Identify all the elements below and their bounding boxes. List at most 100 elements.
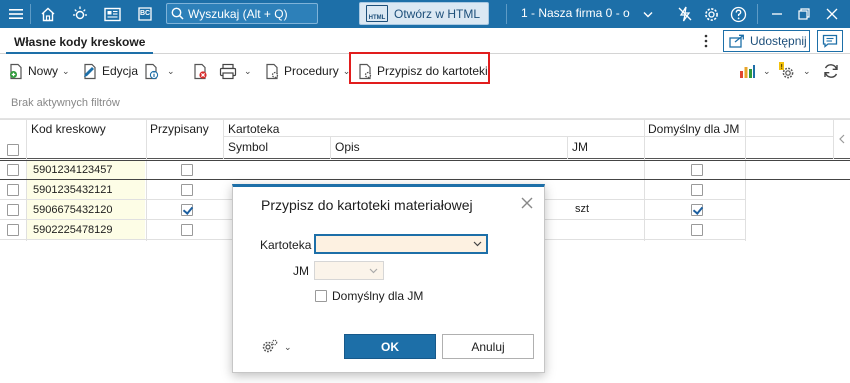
chevron-left-icon[interactable] — [838, 134, 846, 144]
settings-button[interactable] — [699, 3, 723, 25]
brightness-button[interactable] — [68, 3, 92, 25]
help-icon — [730, 6, 746, 22]
procedures-label: Procedury — [284, 64, 339, 78]
chat-button[interactable] — [817, 30, 843, 52]
chevron-down-icon — [643, 11, 653, 17]
tab-custom-barcodes[interactable]: Własne kody kreskowe — [6, 31, 154, 54]
no-active-filters-text: Brak aktywnych filtrów — [11, 97, 120, 109]
new-button[interactable]: Nowy ⌄ — [8, 60, 70, 82]
row-select-checkbox[interactable] — [7, 204, 19, 216]
close-icon[interactable] — [520, 196, 534, 210]
highlight-frame — [349, 52, 490, 84]
column-header-default-unit[interactable]: Domyślny dla JM — [648, 122, 739, 136]
gear-icon — [704, 7, 718, 21]
procedures-button[interactable]: Procedury ⌄ — [264, 60, 350, 82]
bc-label: BC — [140, 10, 151, 17]
default-unit-checkbox[interactable] — [691, 204, 703, 216]
delete-document-icon — [194, 63, 207, 79]
refresh-button[interactable] — [822, 60, 843, 82]
search-box[interactable]: Wyszukaj (Alt + Q) — [166, 3, 318, 24]
separator — [757, 4, 758, 24]
grid-line — [223, 119, 224, 159]
help-button[interactable] — [726, 3, 750, 25]
column-header-description[interactable]: Opis — [335, 140, 360, 154]
maximize-button[interactable] — [792, 3, 816, 25]
row-select-checkbox[interactable] — [7, 184, 19, 196]
chevron-down-icon — [369, 268, 378, 274]
svg-text:!: ! — [780, 63, 783, 71]
default-unit-checkbox[interactable] — [691, 224, 703, 236]
assigned-checkbox[interactable] — [181, 204, 193, 216]
new-document-icon — [10, 63, 22, 79]
cancel-button[interactable]: Anuluj — [442, 334, 534, 359]
company-selector[interactable]: 1 - Nasza firma 0 - o — [521, 6, 639, 22]
chevron-down-icon[interactable]: ⌄ — [62, 66, 70, 77]
share-button[interactable]: Udostępnij — [723, 30, 810, 52]
offline-mode-button[interactable] — [673, 3, 697, 25]
close-window-button[interactable] — [820, 3, 844, 25]
chevron-down-icon — [473, 241, 482, 247]
bar-chart-icon — [740, 64, 755, 78]
dialog-settings-button[interactable]: ⌄ — [261, 338, 292, 356]
delete-button[interactable] — [192, 60, 212, 82]
hamburger-menu-button[interactable] — [4, 3, 28, 25]
unit-combobox[interactable] — [314, 261, 384, 280]
chat-icon — [822, 34, 838, 48]
print-button[interactable]: ⌄ — [219, 60, 252, 82]
dialog-title: Przypisz do kartoteki materiałowej — [261, 197, 473, 213]
firm-dropdown-button[interactable] — [636, 3, 660, 25]
chevron-down-icon[interactable]: ⌄ — [763, 66, 771, 77]
refresh-icon — [824, 64, 838, 78]
assigned-checkbox[interactable] — [181, 184, 193, 196]
column-header-assigned[interactable]: Przypisany — [150, 122, 209, 136]
barcode-cell[interactable]: 5906675432120 — [27, 200, 145, 220]
list-settings-button[interactable]: ! ⌄ — [776, 60, 811, 82]
chevron-down-icon[interactable]: ⌄ — [803, 66, 811, 77]
menu-icon — [9, 9, 23, 19]
separator — [506, 4, 507, 24]
column-header-unit[interactable]: JM — [572, 140, 588, 154]
more-options-button[interactable] — [700, 32, 712, 50]
news-button[interactable] — [100, 3, 124, 25]
edit-button[interactable]: Edycja — [82, 60, 138, 82]
edit-label: Edycja — [102, 64, 139, 78]
restore-icon — [798, 8, 810, 20]
minimize-button[interactable] — [765, 3, 789, 25]
chevron-down-icon[interactable]: ⌄ — [167, 66, 175, 77]
details-button[interactable]: ⌄ — [143, 60, 175, 82]
column-header-card[interactable]: Kartoteka — [228, 122, 279, 136]
barcode-cell[interactable]: 5901235432121 — [27, 180, 145, 200]
open-in-html-button[interactable]: HTML Otwórz w HTML — [359, 2, 489, 25]
grid-line — [833, 119, 834, 159]
unit-cell: szt — [575, 203, 590, 215]
home-icon — [41, 7, 55, 21]
edit-document-icon — [84, 63, 96, 79]
newspaper-icon — [103, 7, 121, 21]
column-header-code[interactable]: Kod kreskowy — [31, 122, 106, 136]
default-unit-checkbox[interactable] — [691, 184, 703, 196]
assigned-checkbox[interactable] — [181, 224, 193, 236]
select-all-checkbox[interactable] — [7, 144, 19, 156]
grid-line — [330, 137, 331, 159]
chevron-down-icon[interactable]: ⌄ — [244, 66, 252, 77]
column-header-symbol[interactable]: Symbol — [228, 140, 268, 154]
open-in-html-label: Otwórz w HTML — [394, 6, 481, 21]
selected-row-outline — [0, 160, 850, 180]
barcode-cell[interactable]: 5902225478129 — [27, 220, 145, 240]
grid-line — [0, 158, 850, 159]
share-icon — [729, 34, 744, 48]
ok-button[interactable]: OK — [344, 334, 436, 359]
card-combobox[interactable] — [314, 234, 488, 254]
row-select-checkbox[interactable] — [7, 224, 19, 236]
lightning-off-icon — [678, 6, 692, 22]
home-button[interactable] — [36, 3, 60, 25]
close-icon — [826, 8, 838, 20]
chart-button[interactable]: ⌄ — [738, 60, 771, 82]
grid-line — [0, 119, 850, 120]
default-unit-checkbox[interactable] — [315, 290, 327, 302]
title-bar: BC Wyszukaj (Alt + Q) HTML Otwórz w HTML… — [0, 0, 850, 28]
search-icon — [171, 7, 184, 20]
chevron-down-icon: ⌄ — [284, 341, 292, 352]
procedure-document-icon — [266, 63, 279, 79]
share-label: Udostępnij — [750, 34, 807, 48]
